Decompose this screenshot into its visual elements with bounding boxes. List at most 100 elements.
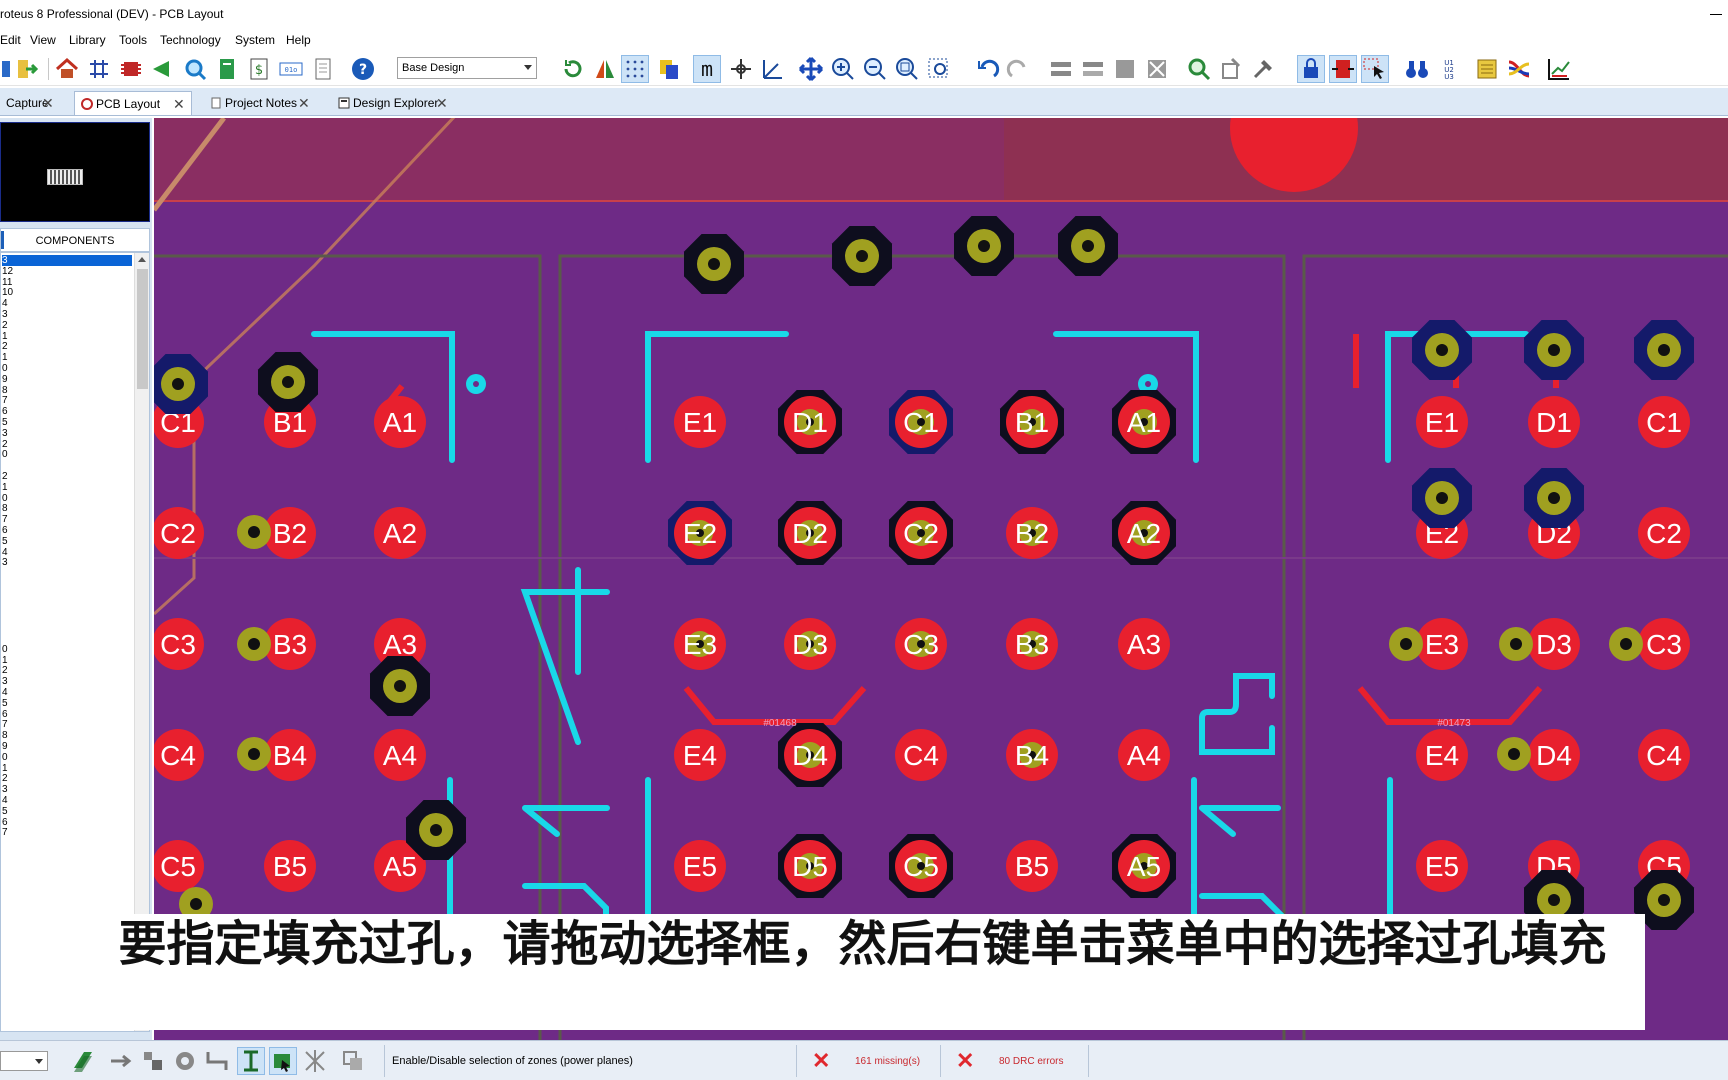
undo-icon[interactable] — [974, 56, 1000, 82]
component-list-item[interactable]: 0 — [2, 449, 8, 460]
graph-icon[interactable] — [1546, 56, 1572, 82]
via[interactable] — [1389, 627, 1423, 661]
pad[interactable]: D1 — [778, 390, 842, 454]
grid-icon[interactable] — [621, 55, 649, 83]
annotate-icon[interactable]: U1 U2 U3 — [1436, 56, 1462, 82]
component-list-item[interactable]: 3 — [2, 784, 8, 795]
scroll-thumb[interactable] — [137, 269, 148, 389]
menu-edit[interactable]: Edit — [0, 33, 21, 47]
component-list-item[interactable]: 5 — [2, 806, 8, 817]
lock-icon[interactable] — [1297, 55, 1325, 83]
close-icon[interactable]: ✕ — [436, 96, 448, 110]
missing-count[interactable]: 161 missing(s) — [855, 1056, 920, 1067]
pad[interactable]: C5 — [889, 834, 953, 898]
via[interactable] — [684, 234, 744, 294]
component-list-item[interactable]: 1 — [2, 331, 8, 342]
pad[interactable]: B2 — [264, 507, 316, 559]
via[interactable] — [237, 737, 271, 771]
component-list-item[interactable]: 1 — [2, 352, 8, 363]
tab-design-explorer[interactable]: Design Explorer ✕ — [332, 91, 454, 115]
drc-error-icon[interactable]: ✕ — [956, 1050, 974, 1072]
pad[interactable]: D4 — [1528, 729, 1580, 781]
component-list-item[interactable]: 3 — [2, 255, 132, 266]
refresh-icon[interactable] — [560, 56, 586, 82]
package-tool-icon[interactable] — [1218, 56, 1244, 82]
pad[interactable]: C2 — [154, 507, 204, 559]
via[interactable] — [1609, 627, 1643, 661]
binoculars-icon[interactable] — [1404, 56, 1430, 82]
via[interactable] — [370, 656, 430, 716]
menu-library[interactable]: Library — [69, 33, 106, 47]
components-header[interactable]: COMPONENTS — [0, 228, 150, 252]
pad[interactable]: D5 — [778, 834, 842, 898]
layers-icon[interactable] — [656, 56, 682, 82]
pad[interactable]: E3 — [674, 618, 726, 670]
component-list-item[interactable]: 4 — [2, 547, 8, 558]
component-list-item[interactable]: 4 — [2, 687, 8, 698]
pad[interactable]: A1 — [1112, 390, 1176, 454]
pad[interactable]: C2 — [889, 501, 953, 565]
via[interactable] — [1524, 468, 1584, 528]
minimize-icon[interactable] — [1704, 4, 1728, 24]
pad[interactable]: A2 — [374, 507, 426, 559]
component-list-item[interactable]: 3 — [2, 557, 8, 568]
tab-project-notes[interactable]: Project Notes ✕ — [204, 91, 316, 115]
component-list-item[interactable]: 9 — [2, 374, 8, 385]
close-icon[interactable]: ✕ — [298, 96, 310, 110]
pad[interactable]: B3 — [264, 618, 316, 670]
component-list-item[interactable]: 6 — [2, 525, 8, 536]
pad[interactable]: E2 — [668, 501, 732, 565]
component-list-item[interactable]: 2 — [2, 665, 8, 676]
menu-system[interactable]: System — [235, 33, 275, 47]
flip-icon[interactable] — [592, 56, 618, 82]
home-icon[interactable] — [54, 56, 80, 82]
pad[interactable]: D2 — [778, 501, 842, 565]
close-icon[interactable]: ✕ — [42, 96, 54, 110]
pad[interactable]: A4 — [1118, 729, 1170, 781]
component-list-item[interactable]: 7 — [2, 395, 8, 406]
pan-icon[interactable] — [798, 56, 824, 82]
via[interactable] — [1499, 627, 1533, 661]
pad[interactable]: A1 — [374, 396, 426, 448]
pad[interactable]: C1 — [1638, 396, 1690, 448]
component-list-item[interactable]: 8 — [2, 730, 8, 741]
pad[interactable]: C3 — [154, 618, 204, 670]
graphics-icon[interactable] — [340, 1048, 366, 1074]
component-list-item[interactable]: 4 — [2, 298, 8, 309]
tab-capture[interactable]: Capture ✕ — [0, 91, 62, 115]
pad[interactable]: A3 — [1118, 618, 1170, 670]
layer-select[interactable]: Base Design — [397, 57, 537, 79]
pad[interactable]: D3 — [784, 618, 836, 670]
select-filter-icon[interactable] — [1361, 55, 1389, 83]
pad[interactable]: C3 — [895, 618, 947, 670]
pad[interactable]: B5 — [264, 840, 316, 892]
zone-icon[interactable] — [70, 1048, 96, 1074]
pad[interactable]: C4 — [895, 729, 947, 781]
component-list-item[interactable]: 7 — [2, 514, 8, 525]
pad[interactable]: E1 — [674, 396, 726, 448]
pad[interactable]: B1 — [1000, 390, 1064, 454]
component-list-item[interactable]: 2 — [2, 471, 8, 482]
menu-technology[interactable]: Technology — [160, 33, 221, 47]
code-icon[interactable]: 01o — [278, 56, 304, 82]
component-list-item[interactable]: 5 — [2, 536, 8, 547]
metric-icon[interactable]: m — [693, 55, 721, 83]
pad[interactable]: B4 — [1006, 729, 1058, 781]
scroll-up-icon[interactable] — [138, 257, 146, 262]
component-list-item[interactable]: 8 — [2, 503, 8, 514]
pad[interactable]: B3 — [1006, 618, 1058, 670]
component-list-item[interactable]: 3 — [2, 428, 8, 439]
menu-help[interactable]: Help — [286, 33, 311, 47]
cost-icon[interactable]: $ — [246, 56, 272, 82]
via[interactable] — [832, 226, 892, 286]
component-list-item[interactable]: 12 — [2, 266, 13, 277]
hammer-icon[interactable] — [1250, 56, 1276, 82]
via[interactable] — [237, 515, 271, 549]
pad[interactable]: B5 — [1006, 840, 1058, 892]
origin-icon[interactable] — [728, 56, 754, 82]
help-icon[interactable]: ? — [350, 56, 376, 82]
component-list-item[interactable]: 0 — [2, 644, 8, 655]
component-list-item[interactable]: 1 — [2, 482, 8, 493]
pad[interactable]: D4 — [778, 723, 842, 787]
zoom-in-icon[interactable] — [830, 56, 856, 82]
